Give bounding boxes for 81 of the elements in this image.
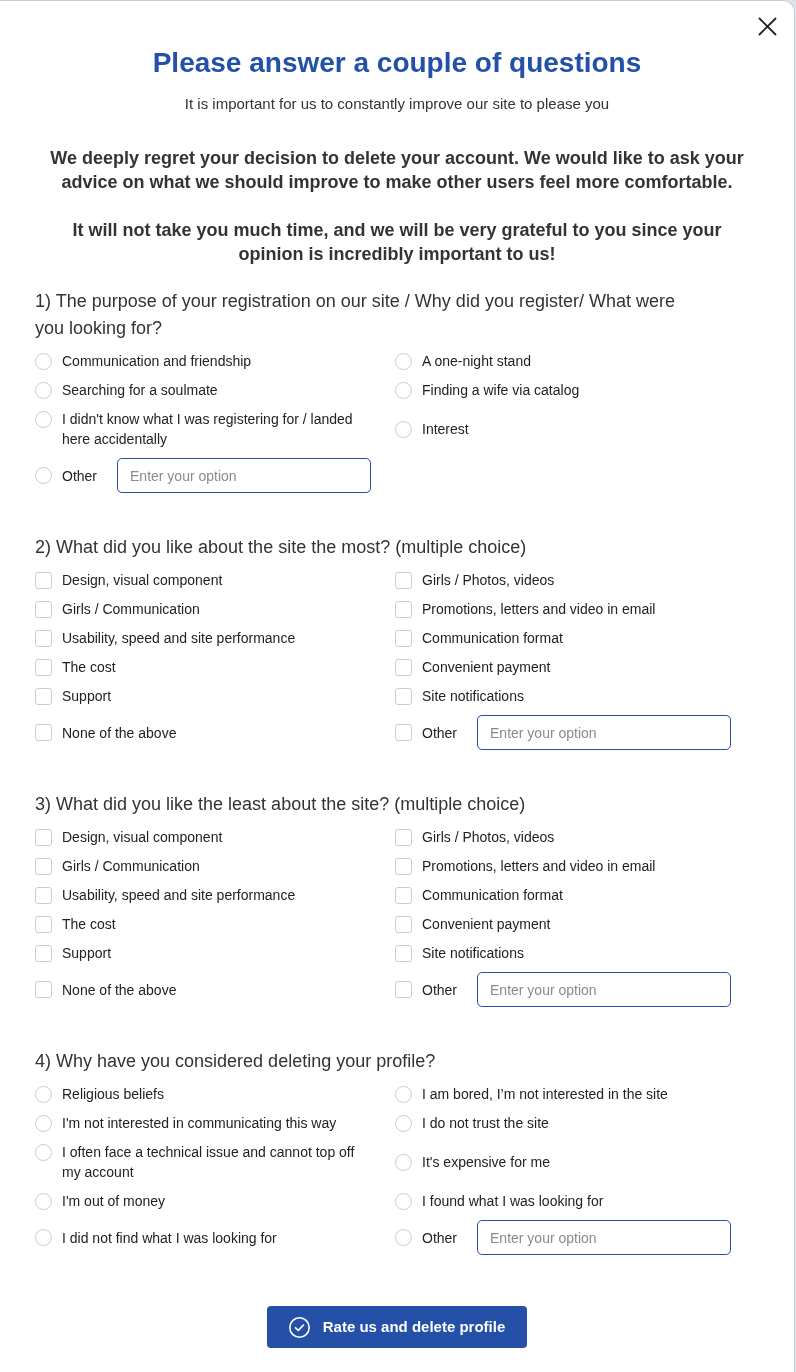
checkbox[interactable] xyxy=(395,944,412,962)
checkbox[interactable] xyxy=(395,658,412,676)
question-title: 2) What did you like about the site the most? (multiple choice) xyxy=(35,536,528,559)
checkbox[interactable] xyxy=(35,857,52,875)
option-label: Girls / Photos, videos xyxy=(422,571,555,590)
option-label: None of the above xyxy=(62,980,177,1000)
checkbox[interactable] xyxy=(395,915,412,933)
option-label: Convenient payment xyxy=(422,915,551,934)
option-label: Other xyxy=(422,723,457,743)
checkbox[interactable] xyxy=(395,981,412,998)
checkbox[interactable] xyxy=(35,571,52,589)
option-label: Communication and friendship xyxy=(62,352,252,371)
question-title: 3) What did you like the least about the site? (multiple choice) xyxy=(35,793,527,816)
option-label: Other xyxy=(422,1228,457,1248)
option-label: Other xyxy=(62,466,97,486)
option-label: I'm not interested in communicating this way xyxy=(62,1114,337,1133)
check-circle-icon xyxy=(288,1316,310,1338)
option-label: Religious beliefs xyxy=(62,1085,164,1104)
option-label: The cost xyxy=(62,915,116,934)
checkbox[interactable] xyxy=(35,886,52,904)
option-label: I did not find what I was looking for xyxy=(62,1228,277,1248)
option-label: The cost xyxy=(62,658,116,677)
checkbox[interactable] xyxy=(35,944,52,962)
checkbox[interactable] xyxy=(395,687,412,705)
checkbox[interactable] xyxy=(395,600,412,618)
checkbox[interactable] xyxy=(35,687,52,705)
text-input[interactable]: Enter your option xyxy=(477,715,731,750)
text-input[interactable]: Enter your option xyxy=(477,1220,731,1255)
option-label: I didn't know what I was registering for / landed here accidentally xyxy=(62,410,354,449)
option-label: I found what I was looking for xyxy=(422,1192,604,1211)
option-label: Usability, speed and site performance xyxy=(62,886,296,905)
option-label: I do not trust the site xyxy=(422,1114,549,1133)
checkbox[interactable] xyxy=(395,571,412,589)
checkbox[interactable] xyxy=(35,915,52,933)
close-icon xyxy=(758,17,777,36)
option-label: I'm out of money xyxy=(62,1192,166,1211)
option-label: It's expensive for me xyxy=(422,1153,550,1172)
checkbox[interactable] xyxy=(35,629,52,647)
option-label: A one-night stand xyxy=(422,352,531,371)
intro-paragraph: We deeply regret your decision to delete your account. We would like to ask your advice on what we should improve to make other users feel more comfortable. xyxy=(49,147,745,194)
checkbox[interactable] xyxy=(395,886,412,904)
option-label: None of the above xyxy=(62,723,177,743)
submit-button[interactable]: Rate us and delete profile xyxy=(267,1306,527,1348)
option-label: Site notifications xyxy=(422,944,524,963)
option-label: Girls / Photos, videos xyxy=(422,828,555,847)
option-label: Design, visual component xyxy=(62,828,223,847)
option-label: Searching for a soulmate xyxy=(62,381,218,400)
option-label: Communication format xyxy=(422,886,563,905)
option-label: Design, visual component xyxy=(62,571,223,590)
option-label: Other xyxy=(422,980,457,1000)
checkbox[interactable] xyxy=(35,828,52,846)
dialog-title: Please answer a couple of questions xyxy=(152,46,642,80)
option-label: I often face a technical issue and cannot top off my account xyxy=(62,1143,356,1182)
checkbox[interactable] xyxy=(395,828,412,846)
option-label: Site notifications xyxy=(422,687,524,706)
option-label: Promotions, letters and video in email xyxy=(422,600,656,619)
option-label: Support xyxy=(62,687,112,706)
option-label: Communication format xyxy=(422,629,563,648)
text-input[interactable]: Enter your option xyxy=(477,972,731,1007)
checkbox[interactable] xyxy=(35,600,52,618)
option-label: Convenient payment xyxy=(422,658,551,677)
option-label: Support xyxy=(62,944,112,963)
checkbox[interactable] xyxy=(395,629,412,647)
dialog-subtitle: It is important for us to constantly improve our site to please you xyxy=(184,94,610,114)
checkbox[interactable] xyxy=(395,857,412,875)
question-title: 4) Why have you considered deleting your profile? xyxy=(35,1050,437,1073)
option-label: I am bored, I’m not interested in the site xyxy=(422,1085,668,1104)
checkbox[interactable] xyxy=(395,724,412,741)
question-title: 1) The purpose of your registration on our site / Why did you register/ What were you looking for? xyxy=(35,290,676,340)
checkbox[interactable] xyxy=(35,658,52,676)
option-label: Usability, speed and site performance xyxy=(62,629,296,648)
checkbox[interactable] xyxy=(35,981,52,998)
checkbox[interactable] xyxy=(35,724,52,741)
option-label: Finding a wife via catalog xyxy=(422,381,580,400)
option-label: Promotions, letters and video in email xyxy=(422,857,656,876)
option-label: Interest xyxy=(422,420,469,439)
option-label: Girls / Communication xyxy=(62,600,200,619)
close-button[interactable] xyxy=(758,17,777,36)
text-input[interactable]: Enter your option xyxy=(117,458,371,493)
option-label: Girls / Communication xyxy=(62,857,200,876)
intro-paragraph: It will not take you much time, and we will be very grateful to you since your opinion is incredibly important to us! xyxy=(71,219,723,266)
